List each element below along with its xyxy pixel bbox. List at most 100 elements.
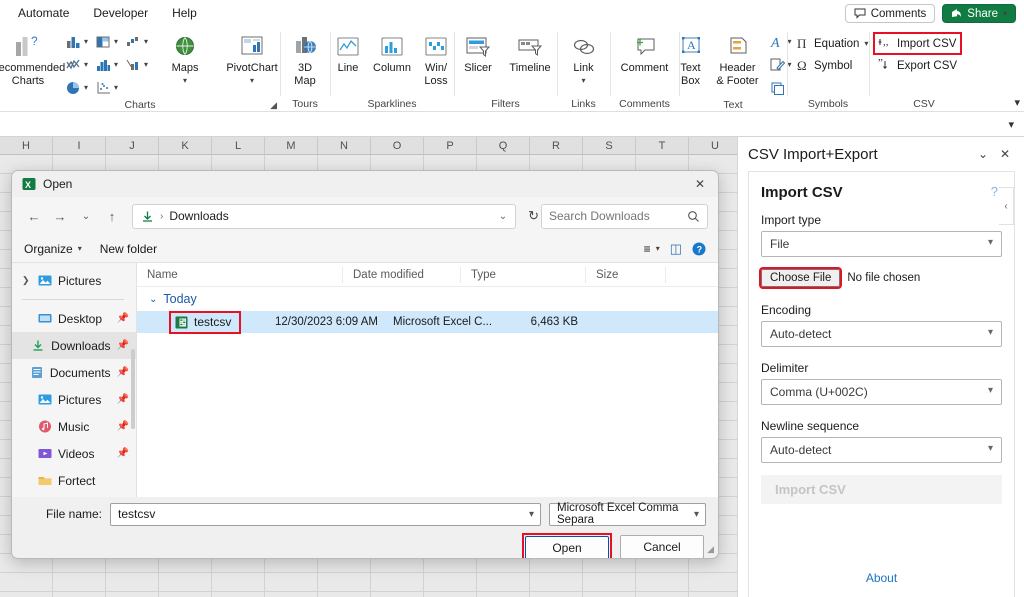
combo-chart-button[interactable]: ▾	[123, 54, 150, 75]
file-name-input[interactable]: testcsv ▾	[110, 502, 541, 526]
column-header-N[interactable]: N	[318, 137, 371, 154]
grid-cell[interactable]	[159, 573, 212, 592]
ribbon-collapse-chevron-icon[interactable]: ▾	[1014, 96, 1020, 109]
statistic-chart-button[interactable]: ▾	[93, 54, 120, 75]
grid-cell[interactable]	[318, 592, 371, 597]
column-header-M[interactable]: M	[265, 137, 318, 154]
nav-item-music[interactable]: Music 📌	[12, 413, 136, 440]
export-csv-button[interactable]: ” Export CSV	[875, 56, 960, 75]
column-header-size[interactable]: Size	[586, 266, 666, 283]
chevron-down-icon[interactable]: ▾	[250, 75, 254, 88]
nav-item-videos[interactable]: Videos 📌	[12, 440, 136, 467]
chevron-down-icon[interactable]: ⌄	[499, 211, 511, 222]
chevron-down-icon[interactable]: ⌄	[149, 294, 157, 305]
nav-item-pictures-top[interactable]: ❯ Pictures	[12, 267, 136, 294]
task-pane-close-icon[interactable]: ✕	[994, 147, 1016, 161]
pin-icon[interactable]: 📌	[117, 313, 129, 324]
pivotchart-button[interactable]: PivotChart ▾	[220, 29, 284, 87]
up-one-level-button[interactable]: ↑	[100, 204, 124, 228]
chevron-down-icon[interactable]: ▾	[529, 509, 534, 520]
refresh-button[interactable]: ↻	[524, 208, 539, 224]
dialog-close-icon[interactable]: ✕	[682, 171, 718, 197]
comments-button[interactable]: Comments	[844, 4, 936, 23]
grid-cell[interactable]	[0, 573, 53, 592]
column-header-Q[interactable]: Q	[477, 137, 530, 154]
search-box[interactable]: Search Downloads	[541, 203, 708, 229]
grid-cell[interactable]	[636, 573, 689, 592]
grid-cell[interactable]	[212, 592, 265, 597]
file-name-cell[interactable]: testcsv	[169, 310, 241, 334]
about-link[interactable]: About	[866, 571, 897, 585]
column-header-name[interactable]: Name	[137, 266, 343, 283]
file-type-select[interactable]: Microsoft Excel Comma Separa ▾	[549, 502, 706, 526]
column-header-date-modified[interactable]: Date modified	[343, 266, 461, 283]
column-header-O[interactable]: O	[371, 137, 424, 154]
hierarchy-chart-button[interactable]: ▾	[93, 31, 120, 52]
column-header-P[interactable]: P	[424, 137, 477, 154]
chevron-down-icon[interactable]: ▾	[84, 37, 88, 46]
maps-button[interactable]: Maps ▾	[153, 29, 217, 87]
chevron-down-icon[interactable]: ▾	[84, 83, 88, 92]
forward-button[interactable]: →	[48, 204, 72, 228]
chevron-down-icon[interactable]: ▾	[84, 60, 88, 69]
sparkline-winloss-button[interactable]: Win/ Loss	[417, 29, 455, 87]
breadcrumb-downloads[interactable]: Downloads	[169, 209, 228, 223]
formula-bar[interactable]: ▾	[0, 112, 1024, 137]
sparkline-line-button[interactable]: Line	[329, 29, 367, 75]
grid-cell[interactable]	[53, 573, 106, 592]
file-row-testcsv[interactable]: testcsv 12/30/2023 6:09 AM Microsoft Exc…	[137, 310, 718, 334]
column-header-R[interactable]: R	[530, 137, 583, 154]
3d-map-button[interactable]: 3D Map	[283, 29, 327, 87]
nav-item-documents[interactable]: Documents 📌	[12, 359, 136, 386]
view-mode-button[interactable]: ≡ ▾	[644, 242, 660, 256]
formula-bar-expand-chevron-icon[interactable]: ▾	[1008, 118, 1014, 131]
pin-icon[interactable]: 📌	[117, 421, 129, 432]
sparkline-column-button[interactable]: Column	[370, 29, 414, 75]
column-header-L[interactable]: L	[212, 137, 265, 154]
column-header-T[interactable]: T	[636, 137, 689, 154]
preview-pane-icon[interactable]: ◫	[670, 241, 682, 257]
grid-cell[interactable]	[265, 592, 318, 597]
grid-cell[interactable]	[212, 573, 265, 592]
grid-cell[interactable]	[371, 573, 424, 592]
grid-cell[interactable]	[106, 573, 159, 592]
chevron-right-icon[interactable]: ❯	[22, 275, 32, 286]
help-icon[interactable]: ?	[991, 184, 998, 199]
menu-item-automate[interactable]: Automate	[8, 3, 79, 23]
comment-button[interactable]: Comment	[616, 29, 674, 75]
chevron-down-icon[interactable]: ▾	[581, 75, 585, 88]
column-chart-button[interactable]: ▾	[63, 31, 90, 52]
column-header-S[interactable]: S	[583, 137, 636, 154]
nav-item-fortect[interactable]: Fortect	[12, 467, 136, 494]
slicer-button[interactable]: Slicer	[455, 29, 501, 75]
grid-cell[interactable]	[159, 592, 212, 597]
import-csv-submit-button[interactable]: Import CSV	[761, 475, 1002, 504]
grid-cell[interactable]	[583, 592, 636, 597]
column-header-I[interactable]: I	[53, 137, 106, 154]
help-icon[interactable]: ?	[692, 242, 706, 256]
grid-row[interactable]	[0, 573, 737, 592]
grid-cell[interactable]	[530, 592, 583, 597]
column-header-type[interactable]: Type	[461, 266, 586, 283]
grid-cell[interactable]	[689, 573, 737, 592]
equation-button[interactable]: Π Equation ▾	[793, 34, 871, 53]
grid-cell[interactable]	[53, 592, 106, 597]
grid-cell[interactable]	[371, 592, 424, 597]
grid-cell[interactable]	[0, 592, 53, 597]
chevron-down-icon[interactable]: ▾	[694, 509, 699, 520]
chevron-down-icon[interactable]: ▾	[864, 39, 868, 48]
menu-item-developer[interactable]: Developer	[83, 3, 158, 23]
chevron-down-icon[interactable]: ▾	[114, 83, 118, 92]
column-header-J[interactable]: J	[106, 137, 159, 154]
newline-select[interactable]: Auto-detect ▾	[761, 437, 1002, 463]
file-group-today[interactable]: ⌄ Today	[137, 287, 718, 311]
grid-cell[interactable]	[583, 573, 636, 592]
grid-cell[interactable]	[265, 573, 318, 592]
menu-item-help[interactable]: Help	[162, 3, 207, 23]
charts-dialog-launcher[interactable]: ◢	[270, 100, 277, 111]
nav-item-desktop[interactable]: Desktop 📌	[12, 305, 136, 332]
grid-cell[interactable]	[318, 573, 371, 592]
back-button[interactable]: ←	[22, 204, 46, 228]
grid-cell[interactable]	[636, 592, 689, 597]
chevron-down-icon[interactable]: ▾	[183, 75, 187, 88]
